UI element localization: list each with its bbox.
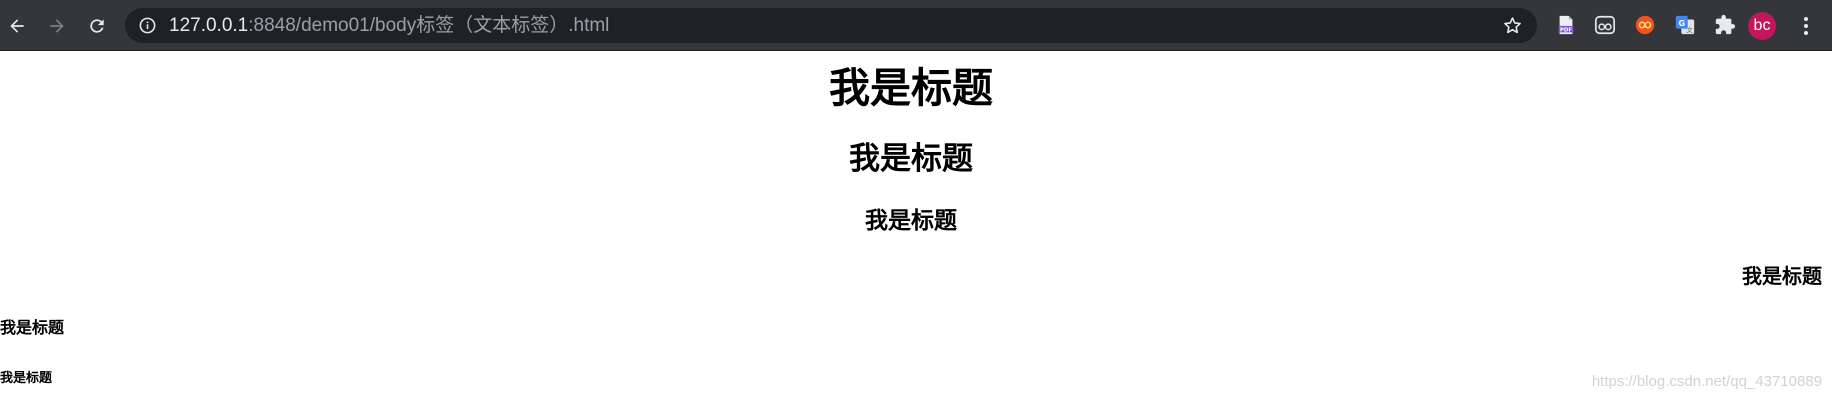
arrow-left-icon <box>10 19 24 33</box>
url-path: :8848/demo01/body标签（文本标签）.html <box>248 15 610 36</box>
browser-toolbar: 127.0.0.1:8848/demo01/body标签（文本标签）.html … <box>0 0 1832 51</box>
forward-button[interactable] <box>41 10 73 42</box>
pdf-extension-icon[interactable]: PDF <box>1554 13 1578 37</box>
puzzle-extensions-icon[interactable] <box>1713 13 1737 37</box>
bookmark-star-icon[interactable] <box>1502 15 1523 36</box>
back-button[interactable] <box>1 10 33 42</box>
heading-h3: 我是标题 <box>865 208 957 234</box>
url-host: 127.0.0.1 <box>169 15 249 36</box>
heading-h5: 我是标题 <box>0 318 65 337</box>
profile-avatar[interactable]: bc <box>1748 12 1776 40</box>
page-content: 我是标题 我是标题 我是标题 我是标题 我是标题 我是标题 https://bl… <box>0 52 1832 399</box>
csdn-watermark: https://blog.csdn.net/qq_43710889 <box>1591 373 1822 390</box>
reload-button[interactable] <box>81 10 113 42</box>
heading-h2: 我是标题 <box>849 141 973 177</box>
svg-text:文: 文 <box>1686 25 1693 34</box>
svg-text:G: G <box>1678 18 1685 28</box>
reader-glasses-extension-icon[interactable] <box>1593 13 1617 37</box>
heading-h6: 我是标题 <box>0 371 53 386</box>
infinity-extension-icon[interactable] <box>1633 13 1657 37</box>
info-icon[interactable] <box>138 16 157 35</box>
heading-h1: 我是标题 <box>829 64 993 112</box>
url-text[interactable]: 127.0.0.1:8848/demo01/body标签（文本标签）.html <box>169 14 609 37</box>
svg-text:PDF: PDF <box>1560 27 1573 33</box>
arrow-right-icon <box>50 19 64 33</box>
address-bar[interactable]: 127.0.0.1:8848/demo01/body标签（文本标签）.html <box>125 8 1537 43</box>
reload-icon <box>90 19 104 33</box>
google-translate-extension-icon[interactable]: G 文 <box>1673 13 1697 37</box>
more-vertical-icon[interactable] <box>1794 14 1818 38</box>
heading-h4: 我是标题 <box>1742 264 1822 288</box>
